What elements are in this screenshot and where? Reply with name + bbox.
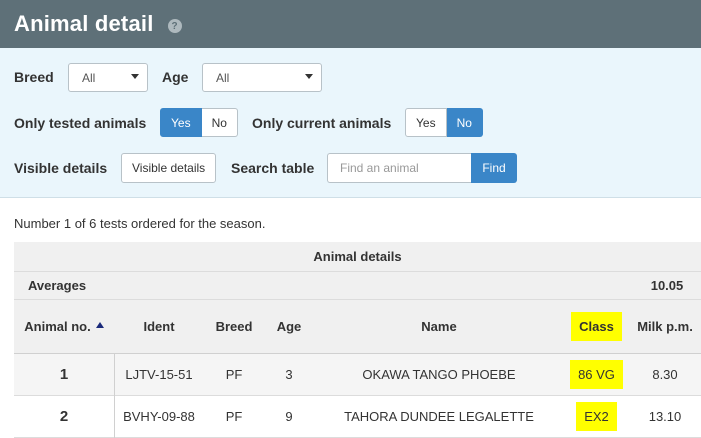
class-value: 86 VG bbox=[570, 360, 623, 389]
breed: PF bbox=[225, 409, 243, 424]
name: OKAWA TANGO PHOEBE bbox=[362, 367, 516, 382]
age: 3 bbox=[285, 367, 293, 382]
chevron-down-icon bbox=[305, 74, 313, 79]
test-summary: Number 1 of 6 tests ordered for the seas… bbox=[14, 216, 266, 231]
only-current-yes-button[interactable]: Yes bbox=[405, 108, 447, 137]
table-row[interactable]: 1 LJTV-15-51 PF 3 OKAWA TANGO PHOEBE 86 … bbox=[14, 354, 701, 396]
milk-pm: 8.30 bbox=[652, 367, 678, 382]
averages-milk-value: 10.05 bbox=[650, 278, 684, 293]
page-header: Animal detail ? bbox=[0, 0, 701, 48]
breed-label: Breed bbox=[14, 69, 54, 85]
col-ident[interactable]: Ident bbox=[114, 300, 204, 353]
search-table-label: Search table bbox=[231, 160, 315, 176]
averages-row: Averages 10.05 bbox=[14, 272, 701, 300]
table-title-row: Animal details bbox=[14, 242, 701, 272]
age-select-value: All bbox=[216, 70, 230, 85]
visible-details-button[interactable]: Visible details bbox=[121, 153, 217, 183]
table-row[interactable]: 2 BVHY-09-88 PF 9 TAHORA DUNDEE LEGALETT… bbox=[14, 396, 701, 438]
name: TAHORA DUNDEE LEGALETTE bbox=[344, 409, 534, 424]
help-icon[interactable]: ? bbox=[167, 19, 182, 33]
column-header-row: Animal no. Ident Breed Age Name Class Mi… bbox=[14, 300, 701, 354]
animal-no: 2 bbox=[59, 408, 69, 425]
only-tested-toggle: Yes No bbox=[160, 108, 238, 137]
only-current-toggle: Yes No bbox=[405, 108, 483, 137]
breed: PF bbox=[225, 367, 243, 382]
class-value: EX2 bbox=[576, 402, 617, 431]
search-input[interactable]: Find an animal bbox=[327, 153, 471, 183]
col-milk-pm[interactable]: Milk p.m. bbox=[629, 300, 701, 353]
only-current-label: Only current animals bbox=[252, 115, 392, 131]
breed-select-value: All bbox=[82, 70, 96, 85]
find-button[interactable]: Find bbox=[471, 153, 517, 183]
col-class[interactable]: Class bbox=[564, 300, 629, 353]
class-cell: 86 VG bbox=[564, 354, 629, 395]
sort-ascending-icon bbox=[95, 321, 104, 328]
table-title: Animal details bbox=[313, 249, 402, 264]
only-tested-yes-button[interactable]: Yes bbox=[160, 108, 202, 137]
class-cell: EX2 bbox=[564, 396, 629, 437]
age-select[interactable]: All bbox=[202, 63, 322, 92]
animal-no: 1 bbox=[59, 366, 69, 383]
averages-label: Averages bbox=[28, 278, 87, 293]
col-animal-no[interactable]: Animal no. bbox=[14, 300, 114, 353]
ident: LJTV-15-51 bbox=[125, 367, 193, 382]
milk-pm: 13.10 bbox=[648, 409, 682, 424]
breed-select[interactable]: All bbox=[68, 63, 148, 92]
only-tested-no-button[interactable]: No bbox=[201, 108, 238, 137]
col-name[interactable]: Name bbox=[314, 300, 564, 353]
col-animal-no-label: Animal no. bbox=[24, 319, 91, 334]
col-breed[interactable]: Breed bbox=[204, 300, 264, 353]
column-divider bbox=[114, 354, 115, 438]
page-title: Animal detail bbox=[14, 11, 154, 36]
filter-panel: Breed All Age All Only tested animals Ye… bbox=[0, 48, 701, 198]
chevron-down-icon bbox=[131, 74, 139, 79]
only-current-no-button[interactable]: No bbox=[446, 108, 483, 137]
ident: BVHY-09-88 bbox=[123, 409, 195, 424]
age-label: Age bbox=[162, 69, 189, 85]
age: 9 bbox=[285, 409, 293, 424]
only-tested-label: Only tested animals bbox=[14, 115, 147, 131]
search-group: Find an animal Find bbox=[327, 153, 517, 183]
col-age[interactable]: Age bbox=[264, 300, 314, 353]
col-class-label: Class bbox=[571, 312, 622, 341]
visible-details-label: Visible details bbox=[14, 160, 108, 176]
